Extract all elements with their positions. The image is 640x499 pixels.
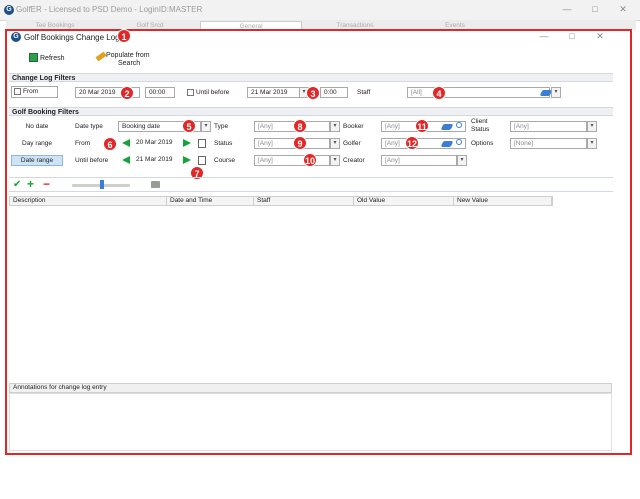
close-icon[interactable]: ✕ (616, 3, 630, 16)
badge-9: 9 (293, 136, 307, 150)
badge-12: 12 (405, 136, 419, 150)
annotations-text-area[interactable] (9, 393, 612, 451)
mode-date-range[interactable]: Date range (11, 155, 63, 166)
populate-from-search-button-line2[interactable]: Search (118, 60, 140, 67)
course-select[interactable]: [Any] (254, 155, 330, 166)
row-height-slider-thumb[interactable] (100, 180, 104, 189)
dialog-maximize-icon[interactable]: □ (565, 30, 579, 43)
course-label: Course (214, 157, 235, 164)
client-status-select[interactable]: [Any] (510, 121, 587, 132)
dialog-logo-icon: G (11, 32, 21, 42)
booking-from-date[interactable]: 20 Mar 2019 (133, 138, 181, 149)
until-before-date-label: Until before (75, 157, 109, 164)
from-date-calendar-icon[interactable] (198, 139, 206, 148)
mode-no-date[interactable]: No date (11, 121, 63, 132)
badge-4: 4 (432, 86, 446, 100)
change-log-from-time[interactable]: 00:00 (145, 87, 175, 98)
refresh-icon[interactable] (29, 53, 38, 62)
mode-day-range[interactable]: Day range (11, 138, 63, 149)
booker-search-icon[interactable] (456, 122, 462, 128)
options-select[interactable]: [None] (510, 138, 587, 149)
creator-label: Creator (343, 157, 365, 164)
change-log-filters-header: Change Log Filters (9, 73, 613, 82)
date-type-label: Date type (75, 123, 103, 130)
badge-3: 3 (306, 86, 320, 100)
print-icon[interactable] (151, 181, 160, 188)
dialog-title: Golf Bookings Change Log (24, 33, 120, 42)
badge-2: 2 (120, 86, 134, 100)
from-checkbox[interactable] (14, 88, 21, 95)
column-description[interactable]: Description (10, 197, 167, 205)
date-type-dropdown-icon[interactable]: ▾ (201, 121, 211, 132)
until-date-prev-icon[interactable] (122, 156, 130, 164)
golf-booking-filters-header: Golf Booking Filters (9, 107, 613, 116)
staff-label: Staff (357, 89, 371, 96)
badge-6: 6 (103, 137, 117, 151)
annotations-header: Annotations for change log entry (9, 383, 612, 393)
app-title: GolfER - Licensed to PSD Demo - LoginID:… (16, 5, 203, 14)
from-date-next-icon[interactable] (183, 139, 191, 147)
maximize-icon[interactable]: □ (588, 3, 602, 16)
badge-10: 10 (303, 153, 317, 167)
client-status-dropdown-icon[interactable]: ▾ (587, 121, 597, 132)
until-before-checkbox[interactable] (187, 89, 194, 96)
creator-select[interactable]: [Any] (381, 155, 457, 166)
refresh-button[interactable]: Refresh (40, 55, 65, 62)
minimize-icon[interactable]: — (560, 3, 574, 16)
accept-icon[interactable]: ✔ (13, 179, 21, 190)
booking-until-date[interactable]: 21 Mar 2019 (133, 155, 181, 166)
change-log-until-date[interactable]: 21 Mar 2019 (247, 87, 305, 98)
options-label: Options (471, 140, 494, 147)
badge-11: 11 (415, 119, 429, 133)
column-new-value[interactable]: New Value (454, 197, 552, 205)
badge-5: 5 (182, 119, 196, 133)
golfer-field[interactable]: [Any] (381, 138, 466, 149)
from-label: From (23, 88, 39, 95)
app-logo-icon: G (4, 5, 14, 15)
column-date-and-time[interactable]: Date and Time (167, 197, 254, 205)
course-dropdown-icon[interactable]: ▾ (330, 155, 340, 166)
until-date-next-icon[interactable] (183, 156, 191, 164)
status-select[interactable]: [Any] (254, 138, 330, 149)
type-select[interactable]: [Any] (254, 121, 330, 132)
from-date-label: From (75, 140, 91, 147)
status-dropdown-icon[interactable]: ▾ (330, 138, 340, 149)
golfer-search-icon[interactable] (456, 139, 462, 145)
type-dropdown-icon[interactable]: ▾ (330, 121, 340, 132)
dialog-minimize-icon[interactable]: — (537, 30, 551, 43)
type-label: Type (214, 123, 229, 130)
creator-dropdown-icon[interactable]: ▾ (457, 155, 467, 166)
until-date-calendar-icon[interactable] (198, 156, 206, 165)
until-before-label: Until before (196, 89, 230, 96)
add-icon[interactable]: + (27, 177, 34, 191)
client-status-label-1: Client (471, 118, 488, 125)
dialog-close-icon[interactable]: ✕ (593, 30, 607, 43)
populate-from-search-button-line1[interactable]: Populate from (106, 52, 150, 59)
client-status-label-2: Status (471, 126, 490, 133)
change-log-grid-body[interactable] (9, 206, 612, 378)
booker-label: Booker (343, 123, 364, 130)
remove-icon[interactable]: − (43, 177, 50, 191)
column-staff[interactable]: Staff (254, 197, 354, 205)
staff-dropdown-icon[interactable]: ▾ (551, 87, 561, 98)
from-date-prev-icon[interactable] (122, 139, 130, 147)
badge-1: 1 (117, 29, 131, 43)
badge-8: 8 (293, 119, 307, 133)
change-log-until-time[interactable]: 0:00 (320, 87, 348, 98)
golfer-label: Golfer (343, 140, 361, 147)
options-dropdown-icon[interactable]: ▾ (587, 138, 597, 149)
staff-select[interactable]: [All] (407, 87, 550, 98)
column-old-value[interactable]: Old Value (354, 197, 454, 205)
status-label: Status (214, 140, 233, 147)
